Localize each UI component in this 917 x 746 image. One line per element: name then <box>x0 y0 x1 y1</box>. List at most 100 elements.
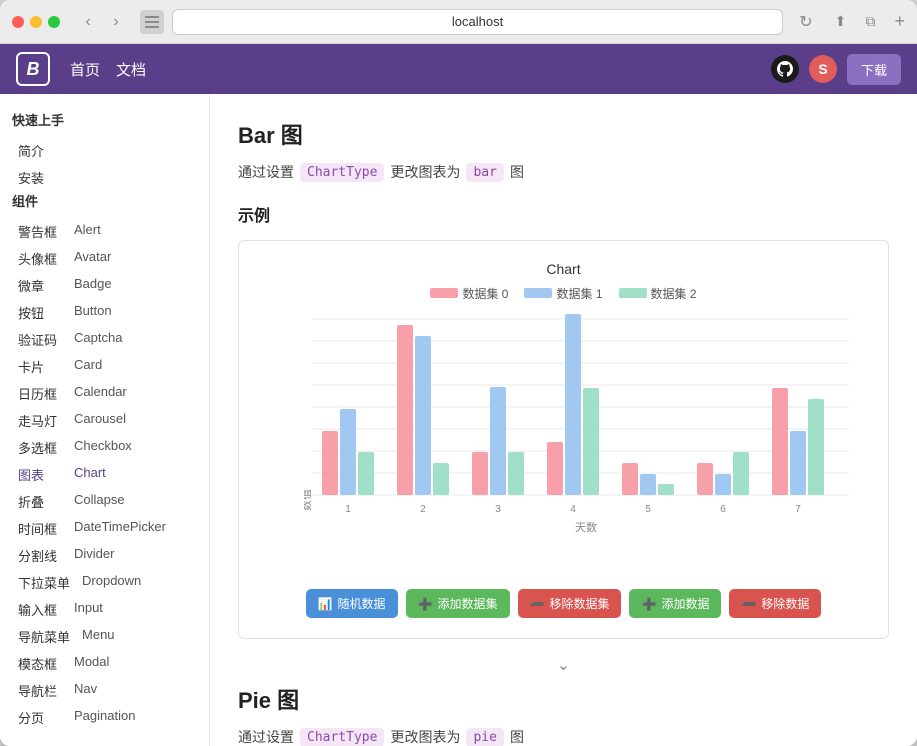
svg-text:1: 1 <box>345 504 351 514</box>
svg-text:7: 7 <box>795 504 801 514</box>
add-dataset-label: 添加数据集 <box>438 595 498 612</box>
share-icon[interactable]: ⬆ <box>828 10 852 34</box>
chart-buttons: 📊 随机数据 ➕ 添加数据集 ➖ 移除数据集 ➕ 添加数据 <box>259 589 868 618</box>
sidebar-en-datetimepicker: DateTimePicker <box>74 519 166 538</box>
sidebar-item-captcha[interactable]: 验证码 Captcha <box>12 326 197 353</box>
sidebar-en-pagination: Pagination <box>74 708 135 727</box>
sidebar-item-badge[interactable]: 微章 Badge <box>12 272 197 299</box>
reload-button[interactable]: ↻ <box>799 12 812 32</box>
add-dataset-button[interactable]: ➕ 添加数据集 <box>406 589 510 618</box>
add-data-button[interactable]: ➕ 添加数据 <box>629 589 721 618</box>
pie-desc-suffix: 图 <box>510 727 524 746</box>
random-data-button[interactable]: 📊 随机数据 <box>306 589 398 618</box>
sidebar-item-install[interactable]: 安装 <box>12 164 197 191</box>
sidebar-item-card[interactable]: 卡片 Card <box>12 353 197 380</box>
nav-home[interactable]: 首页 <box>70 59 100 80</box>
new-tab-button[interactable]: + <box>894 11 905 32</box>
sidebar-en-collapse: Collapse <box>74 492 125 511</box>
sidebar-zh-checkbox: 多选框 <box>18 438 62 457</box>
sidebar-item-checkbox[interactable]: 多选框 Checkbox <box>12 434 197 461</box>
slack-icon[interactable]: S <box>809 55 837 83</box>
sidebar-item-input[interactable]: 输入框 Input <box>12 596 197 623</box>
nav-docs[interactable]: 文档 <box>116 59 146 80</box>
remove-data-button[interactable]: ➖ 移除数据 <box>729 589 821 618</box>
svg-text:数值: 数值 <box>304 489 313 511</box>
remove-dataset-button[interactable]: ➖ 移除数据集 <box>518 589 622 618</box>
sidebar-en-carousel: Carousel <box>74 411 126 430</box>
sidebar-item-dropdown[interactable]: 下拉菜单 Dropdown <box>12 569 197 596</box>
brand-logo: B <box>16 52 50 86</box>
add-data-label: 添加数据 <box>661 595 709 612</box>
sidebar-en-avatar: Avatar <box>74 249 111 268</box>
main-layout: 快速上手 简介 安装 组件 警告框 Alert 头像框 Avatar <box>0 94 917 746</box>
pie-section-title: Pie 图 <box>238 683 889 715</box>
add-data-icon: ➕ <box>641 597 656 611</box>
app-header: B 首页 文档 S 下载 <box>0 44 917 94</box>
bar-desc-suffix: 图 <box>510 162 524 182</box>
pie-section: Pie 图 通过设置 ChartType 更改图表为 pie 图 示例 <box>238 683 889 746</box>
bar-code1: ChartType <box>300 163 384 182</box>
section-title-components: 组件 <box>12 191 197 210</box>
x-axis-title: 天数 <box>304 519 868 535</box>
sidebar-item-menu[interactable]: 导航菜单 Menu <box>12 623 197 650</box>
sidebar-zh-collapse: 折叠 <box>18 492 62 511</box>
pie-desc-middle: 更改图表为 <box>390 727 460 746</box>
sidebar-item-avatar[interactable]: 头像框 Avatar <box>12 245 197 272</box>
remove-dataset-icon: ➖ <box>530 597 545 611</box>
svg-text:2: 2 <box>420 504 426 514</box>
chart-title: Chart <box>259 261 868 277</box>
download-button[interactable]: 下载 <box>847 54 901 85</box>
close-button[interactable] <box>12 16 24 28</box>
sidebar-item-intro[interactable]: 简介 <box>12 137 197 164</box>
sidebar-item-divider[interactable]: 分割线 Divider <box>12 542 197 569</box>
sidebar-en-checkbox: Checkbox <box>74 438 132 457</box>
sidebar-zh-dropdown: 下拉菜单 <box>18 573 70 592</box>
tabs-icon[interactable]: ⧉ <box>858 10 882 34</box>
sidebar-en-nav: Nav <box>74 681 97 700</box>
sidebar-zh-divider: 分割线 <box>18 546 62 565</box>
minimize-button[interactable] <box>30 16 42 28</box>
chart-legend: 数据集 0 数据集 1 数据集 2 <box>259 285 868 302</box>
forward-arrow[interactable]: › <box>104 10 128 34</box>
bar-section-title: Bar 图 <box>238 118 889 150</box>
pie-desc-prefix: 通过设置 <box>238 727 294 746</box>
bar-chart-svg: 36 34 32 30 28 26 24 22 20 数值 <box>304 314 854 514</box>
pie-code1: ChartType <box>300 728 384 746</box>
maximize-button[interactable] <box>48 16 60 28</box>
sidebar-item-alert[interactable]: 警告框 Alert <box>12 218 197 245</box>
sidebar-en-input: Input <box>74 600 103 619</box>
brand-letter: B <box>27 59 40 80</box>
sidebar-item-pagination[interactable]: 分页 Pagination <box>12 704 197 731</box>
sidebar-item-datetimepicker[interactable]: 时间框 DateTimePicker <box>12 515 197 542</box>
titlebar: ‹ › localhost ↻ ⬆ ⧉ + <box>0 0 917 44</box>
sidebar-item-nav[interactable]: 导航栏 Nav <box>12 677 197 704</box>
header-right: S 下载 <box>771 54 901 85</box>
sidebar-en-button: Button <box>74 303 112 322</box>
nav-arrows: ‹ › <box>76 10 128 34</box>
bar-desc-middle: 更改图表为 <box>390 162 460 182</box>
sidebar-item-button[interactable]: 按钮 Button <box>12 299 197 326</box>
sidebar-en-dropdown: Dropdown <box>82 573 141 592</box>
bar-example-label: 示例 <box>238 202 889 226</box>
sidebar-item-modal[interactable]: 模态框 Modal <box>12 650 197 677</box>
collapse-arrow[interactable]: ⌄ <box>238 655 889 675</box>
add-dataset-icon: ➕ <box>418 597 433 611</box>
sidebar-zh-captcha: 验证码 <box>18 330 62 349</box>
sidebar-item-calendar[interactable]: 日历框 Calendar <box>12 380 197 407</box>
bar-desc-prefix: 通过设置 <box>238 162 294 182</box>
github-icon[interactable] <box>771 55 799 83</box>
back-arrow[interactable]: ‹ <box>76 10 100 34</box>
view-button[interactable] <box>140 10 164 34</box>
sidebar-en-menu: Menu <box>82 627 115 646</box>
remove-data-label: 移除数据 <box>761 595 809 612</box>
sidebar-item-collapse[interactable]: 折叠 Collapse <box>12 488 197 515</box>
svg-text:5: 5 <box>645 504 651 514</box>
url-bar[interactable]: localhost <box>172 9 783 35</box>
sidebar-en-badge: Badge <box>74 276 112 295</box>
sidebar: 快速上手 简介 安装 组件 警告框 Alert 头像框 Avatar <box>0 94 210 746</box>
sidebar-item-chart[interactable]: 图表 Chart <box>12 461 197 488</box>
sidebar-en-captcha: Captcha <box>74 330 122 349</box>
sidebar-zh-chart: 图表 <box>18 465 62 484</box>
sidebar-item-carousel[interactable]: 走马灯 Carousel <box>12 407 197 434</box>
pie-desc: 通过设置 ChartType 更改图表为 pie 图 <box>238 727 889 746</box>
